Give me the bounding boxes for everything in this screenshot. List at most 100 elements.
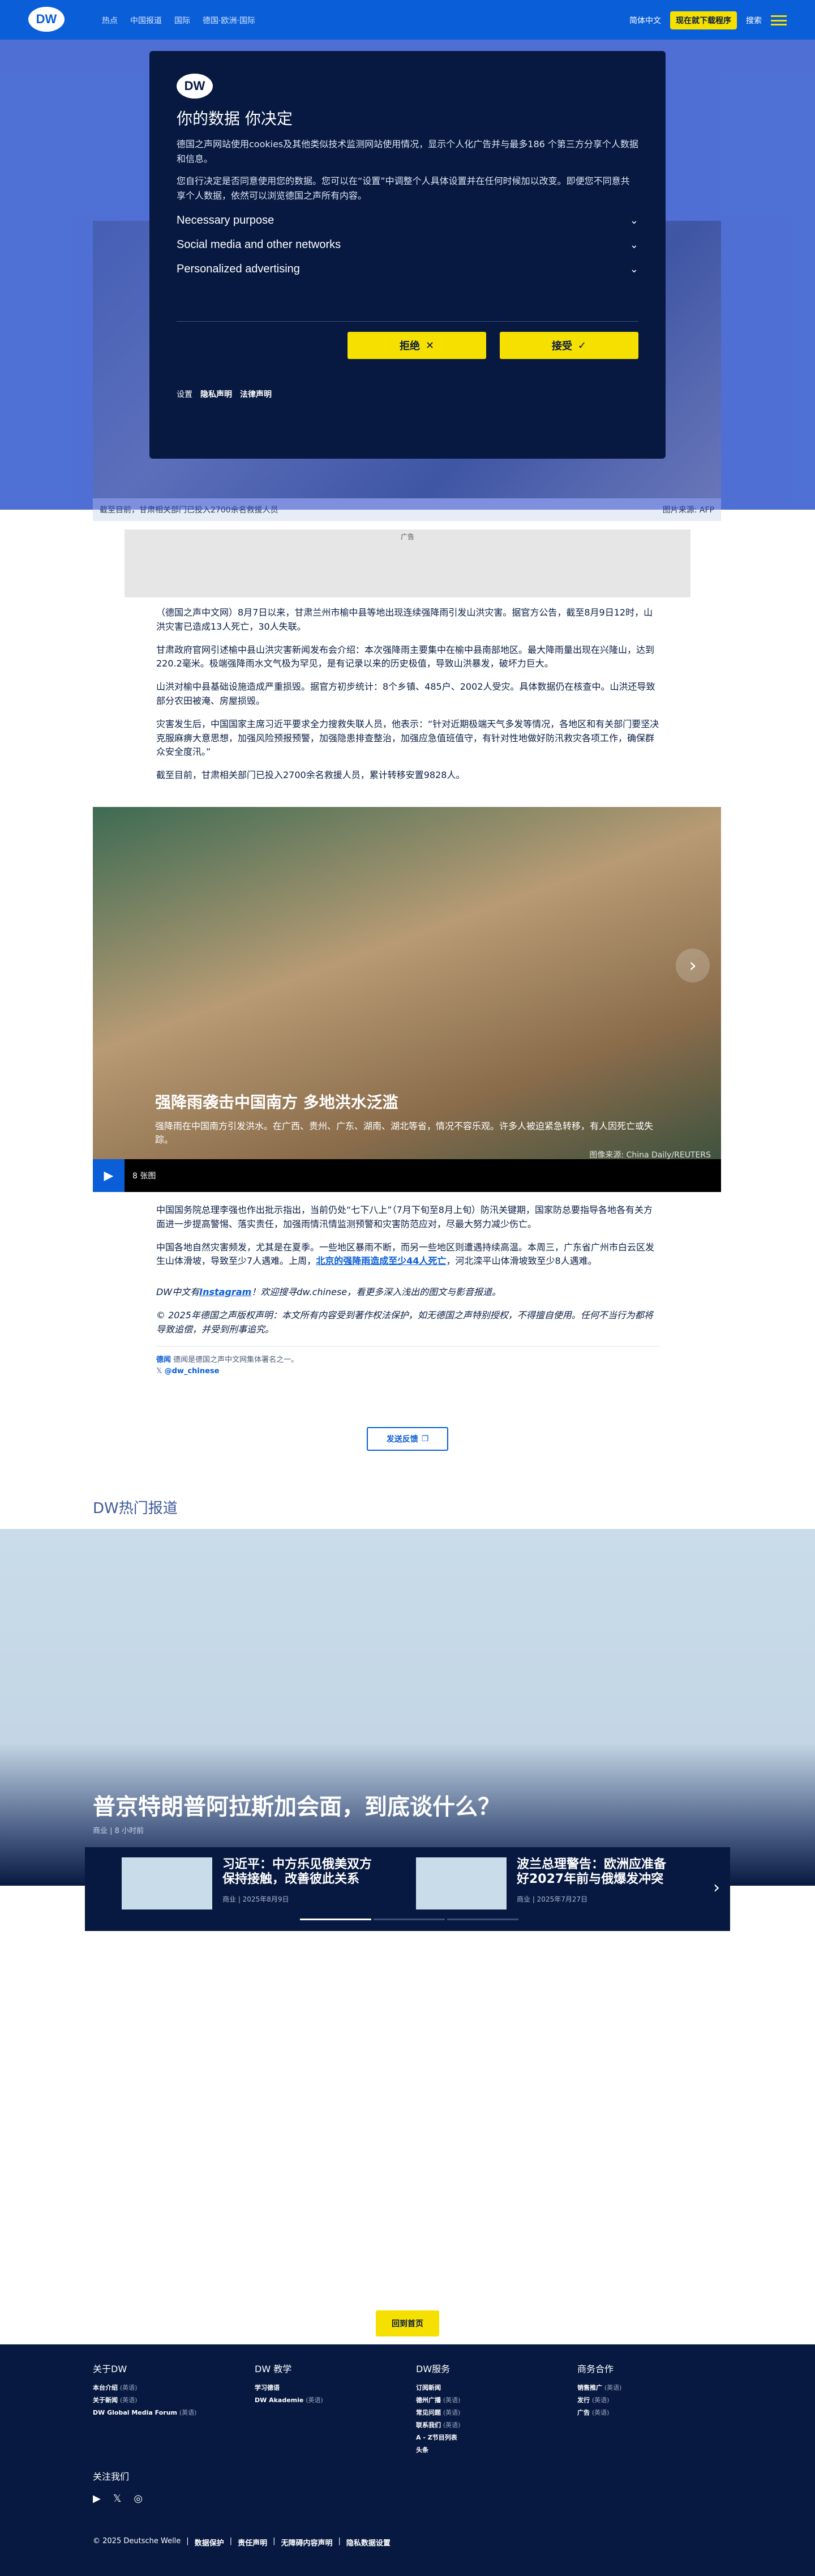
consent-dialog: DW 你的数据 你决定 德国之声网站使用cookies及其他类似技术监测网站使用… bbox=[149, 51, 666, 459]
footer-col-services: DW服务 订阅新闻 德州广播 (英语) 常见问题 (英语) 联系我们 (英语) … bbox=[416, 2361, 460, 2457]
footer-link[interactable]: 常见问题 (英语) bbox=[416, 2407, 460, 2419]
paragraph: 中国国务院总理李强也作出批示指出，当前仍处“七下八上”（7月下旬至8月上旬）防汛… bbox=[156, 1204, 653, 1229]
photo-gallery[interactable]: › 强降雨袭击中国南方 多地洪水泛滥 强降雨在中国南方引发洪水。在广西、贵州、广… bbox=[93, 807, 721, 1192]
teaser-carousel: 习近平：中方乐见俄美双方保持接触，改善彼此关系 商业 | 2025年8月9日 波… bbox=[85, 1847, 730, 1931]
instagram-icon[interactable]: ◎ bbox=[134, 2493, 143, 2505]
teaser-title: 波兰总理警告：欧洲应准备好2027年前与俄爆发冲突 bbox=[517, 1857, 667, 1887]
footer-link[interactable]: 本台介绍 (英语) bbox=[93, 2382, 196, 2394]
feedback-label: 发送反馈 bbox=[386, 1435, 418, 1444]
footer-link[interactable]: DW Global Media Forum (英语) bbox=[93, 2407, 196, 2419]
gallery-count: 8 张图 bbox=[132, 1172, 156, 1181]
instagram-note: DW中文有Instagram！欢迎搜寻dw.chinese，看更多深入浅出的图文… bbox=[156, 1285, 660, 1300]
footer-bottom-link[interactable]: 无障碍内容声明 bbox=[281, 2537, 333, 2548]
youtube-icon[interactable]: ▶ bbox=[93, 2493, 101, 2505]
footer-col-about: 关于DW 本台介绍 (英语) 关于新闻 (英语) DW Global Media… bbox=[93, 2361, 196, 2419]
copyright-note: © 2025年德国之声版权声明：本文所有内容受到著作权法保护，如无德国之声特别授… bbox=[156, 1309, 660, 1337]
chevron-right-icon[interactable]: › bbox=[713, 1878, 720, 1898]
paragraph: （德国之声中文网）8月7日以来，甘肃兰州市榆中县等地出现连续强降雨引发山洪灾害。… bbox=[156, 607, 653, 632]
footer-col-title: 商务合作 bbox=[577, 2364, 614, 2374]
footer-bottom: © 2025 Deutsche Welle | 数据保护 | 责任声明 | 无障碍内容… bbox=[93, 2537, 391, 2548]
chevron-down-icon: ⌄ bbox=[629, 239, 638, 251]
gallery-description: 强降雨在中国南方引发洪水。在广西、贵州、广东、湖南、湖北等省，情况不容乐观。许多… bbox=[155, 1121, 654, 1145]
accept-label: 接受 bbox=[551, 340, 572, 353]
purpose-advertising[interactable]: Personalized advertising ⌄ bbox=[177, 263, 638, 276]
footer-link[interactable]: 订阅新闻 bbox=[416, 2382, 460, 2394]
top-bar: DW 热点 中国报道 国际 德国·欧洲·国际 简体中文 现在就下载程序 搜索 bbox=[0, 0, 815, 40]
teaser-card[interactable]: 波兰总理警告：欧洲应准备好2027年前与俄爆发冲突 商业 | 2025年7月27… bbox=[416, 1857, 676, 1909]
purpose-label: Personalized advertising bbox=[177, 263, 300, 276]
language-switch[interactable]: 简体中文 bbox=[629, 15, 661, 26]
footer-col-title: DW 教学 bbox=[255, 2364, 292, 2374]
feedback-button[interactable]: 发送反馈 ❐ bbox=[367, 1427, 448, 1451]
paragraph: 灾害发生后，中国国家主席习近平要求全力搜救失联人员，他表示：“针对近期极端天气多… bbox=[156, 718, 659, 758]
privacy-link[interactable]: 隐私声明 bbox=[200, 388, 232, 400]
carousel-indicators bbox=[300, 1919, 518, 1920]
copy-icon: ❐ bbox=[421, 1434, 429, 1443]
reject-button[interactable]: 拒绝 ✕ bbox=[348, 332, 486, 360]
teaser-thumb bbox=[416, 1857, 507, 1909]
chevron-right-icon[interactable]: › bbox=[676, 949, 710, 982]
footer-link[interactable]: 德州广播 (英语) bbox=[416, 2394, 460, 2407]
author-description: 德闻是德国之声中文网集体署名之一。 bbox=[173, 1355, 299, 1364]
footer-bottom-link[interactable]: 责任声明 bbox=[238, 2537, 267, 2548]
footer-link[interactable]: 广告 (英语) bbox=[577, 2407, 621, 2419]
note-text: DW中文有 bbox=[156, 1287, 200, 1298]
copyright-text: © 2025 Deutsche Welle bbox=[93, 2537, 181, 2545]
nav-item[interactable]: 德国·欧洲·国际 bbox=[203, 15, 255, 26]
close-icon: ✕ bbox=[425, 339, 435, 352]
gallery-title: 强降雨袭击中国南方 多地洪水泛滥 bbox=[155, 1093, 398, 1112]
article-body-continued: 中国国务院总理李强也作出批示指出，当前仍处“七下八上”（7月下旬至8月上旬）防汛… bbox=[156, 1203, 660, 1377]
footer-link[interactable]: 销售推广 (英语) bbox=[577, 2382, 621, 2394]
purpose-necessary[interactable]: Necessary purpose ⌄ bbox=[177, 214, 638, 227]
author-handle[interactable]: @dw_chinese bbox=[165, 1367, 220, 1375]
settings-link[interactable]: 设置 bbox=[177, 388, 192, 400]
x-icon[interactable]: 𝕏 bbox=[113, 2493, 122, 2505]
nav-item[interactable]: 中国报道 bbox=[130, 15, 162, 26]
consent-paragraph: 您自行决定是否同意使用您的数据。您可以在“设置”中调整个人具体设置并在任何时候加… bbox=[177, 176, 630, 201]
gallery-bar: ▶ 8 张图 bbox=[93, 1159, 721, 1192]
nav-item[interactable]: 国际 bbox=[174, 15, 190, 26]
search-button[interactable]: 搜索 bbox=[746, 15, 762, 26]
legal-link[interactable]: 法律声明 bbox=[240, 388, 272, 400]
dw-logo[interactable]: DW bbox=[28, 7, 65, 32]
paragraph-text: ，河北滦平山体滑坡致至少8人遇难。 bbox=[446, 1255, 597, 1267]
instagram-link[interactable]: Instagram bbox=[199, 1287, 251, 1297]
download-app-button[interactable]: 现在就下载程序 bbox=[670, 11, 737, 29]
related-link[interactable]: 北京的强降雨造成至少44人死亡 bbox=[316, 1255, 446, 1266]
menu-icon[interactable] bbox=[771, 15, 787, 25]
top-right: 简体中文 现在就下载程序 搜索 bbox=[629, 11, 787, 29]
footer-bottom-link[interactable]: 隐私数据设置 bbox=[346, 2537, 391, 2548]
footer-link[interactable]: 发行 (英语) bbox=[577, 2394, 621, 2407]
footer-link[interactable]: 头条 bbox=[416, 2444, 460, 2457]
carousel-dot[interactable] bbox=[374, 1919, 445, 1920]
purpose-social-media[interactable]: Social media and other networks ⌄ bbox=[177, 238, 638, 251]
carousel-dot[interactable] bbox=[300, 1919, 371, 1920]
footer-link[interactable]: A - Z节目列表 bbox=[416, 2432, 460, 2444]
consent-title: 你的数据 你决定 bbox=[177, 109, 293, 128]
play-icon[interactable]: ▶ bbox=[93, 1159, 125, 1192]
teaser-meta: 商业 | 2025年7月27日 bbox=[517, 1895, 588, 1903]
accept-button[interactable]: 接受 ✓ bbox=[500, 332, 638, 360]
highlight-meta: 商业 | 8 小时前 bbox=[93, 1827, 144, 1835]
footer-link[interactable]: 联系我们 (英语) bbox=[416, 2419, 460, 2432]
nav-item[interactable]: 热点 bbox=[102, 15, 118, 26]
follow-us-label: 关注我们 bbox=[93, 2471, 130, 2482]
chevron-down-icon: ⌄ bbox=[629, 215, 638, 227]
paragraph: 中国各地自然灾害频发，尤其是在夏季。一些地区暴雨不断，而另一些地区则遭遇持续高温… bbox=[156, 1241, 660, 1269]
footer-link[interactable]: DW Akademie (英语) bbox=[255, 2394, 323, 2407]
highlight-title[interactable]: 普京特朗普阿拉斯加会面，到底谈什么？ bbox=[93, 1788, 500, 1821]
footer-col-business: 商务合作 销售推广 (英语) 发行 (英语) 广告 (英语) bbox=[577, 2361, 621, 2419]
back-to-top-button[interactable]: 回到首页 bbox=[376, 2310, 439, 2336]
footer-link[interactable]: 学习德语 bbox=[255, 2382, 323, 2394]
dw-logo: DW bbox=[177, 74, 213, 99]
teaser-card[interactable]: 习近平：中方乐见俄美双方保持接触，改善彼此关系 商业 | 2025年8月9日 bbox=[122, 1857, 382, 1909]
footer-link[interactable]: 关于新闻 (英语) bbox=[93, 2394, 196, 2407]
gallery-credit: 图像来源: China Daily/REUTERS bbox=[589, 1151, 711, 1160]
author-name[interactable]: 德闻 bbox=[156, 1356, 171, 1364]
teaser-meta: 商业 | 2025年8月9日 bbox=[222, 1895, 289, 1903]
footer-bottom-link[interactable]: 数据保护 bbox=[195, 2537, 224, 2548]
section-title: DW热门报道 bbox=[93, 1500, 178, 1517]
carousel-dot[interactable] bbox=[447, 1919, 518, 1920]
teaser-thumb bbox=[122, 1857, 212, 1909]
top-nav: 热点 中国报道 国际 德国·欧洲·国际 bbox=[102, 15, 255, 26]
